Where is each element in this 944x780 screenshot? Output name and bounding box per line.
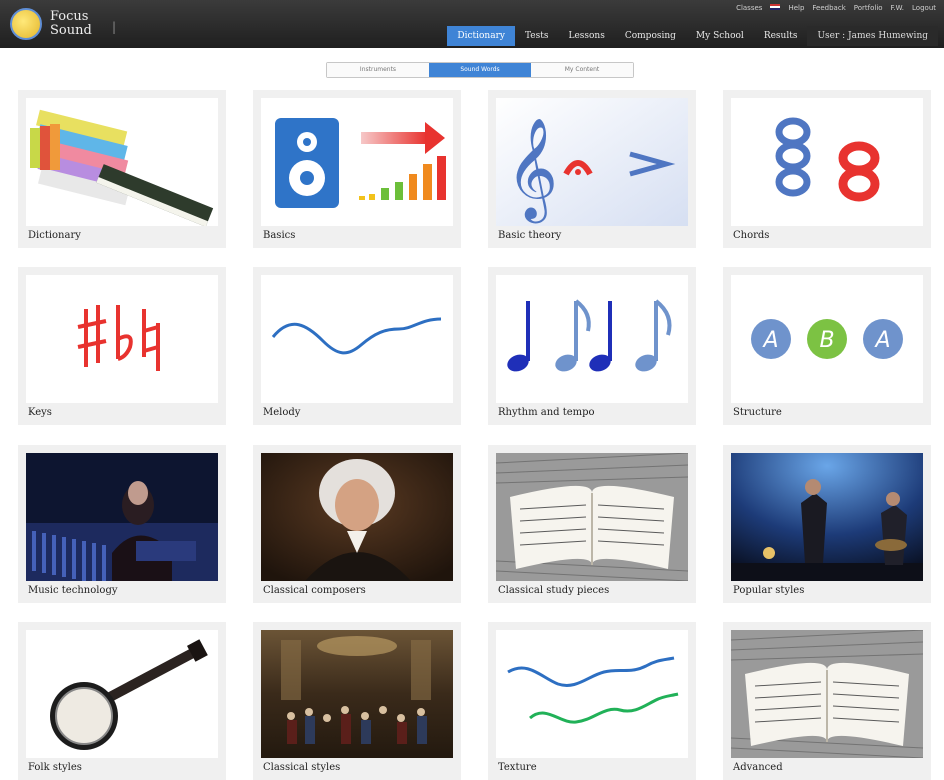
utility-links: Classes Help Feedback Portfolio F.W. Log…	[736, 4, 936, 12]
app-root: Focus Sound | Classes Help Feedback Port…	[0, 0, 944, 780]
band-photo	[731, 453, 923, 581]
clef-icon: 𝄞	[496, 98, 688, 226]
card-label: Popular styles	[733, 585, 805, 596]
user-menu[interactable]: User : James Humewing	[807, 26, 938, 46]
card-label: Basic theory	[498, 230, 562, 241]
orchestra-painting	[261, 630, 453, 758]
utility-link-help[interactable]: Help	[788, 4, 804, 12]
focus-on-sound-logo[interactable]: Focus Sound |	[6, 6, 116, 42]
svg-text:A: A	[873, 328, 890, 353]
card-basic-theory[interactable]: 𝄞 Basic theory	[488, 90, 696, 248]
subtab-bar: Instruments Sound Words My Content	[326, 62, 634, 78]
melody-wave-icon	[261, 275, 453, 403]
card-label: Dictionary	[28, 230, 81, 241]
logo-icon	[10, 8, 42, 40]
card-label: Basics	[263, 230, 296, 241]
composer-portrait	[261, 453, 453, 581]
svg-text:𝄞: 𝄞	[506, 116, 558, 224]
aba-icon: A B A	[731, 275, 923, 403]
card-structure[interactable]: A B A Structure	[723, 267, 931, 425]
banjo-icon	[26, 630, 218, 758]
card-chords[interactable]: Chords	[723, 90, 931, 248]
speaker-icon	[261, 98, 453, 226]
nav-composing[interactable]: Composing	[615, 26, 686, 46]
logo-separator: |	[112, 20, 117, 34]
card-folk-styles[interactable]: Folk styles	[18, 622, 226, 780]
books-icon	[26, 98, 218, 226]
accidentals-icon	[26, 275, 218, 403]
score-book-photo	[731, 630, 923, 758]
top-bar: Focus Sound | Classes Help Feedback Port…	[0, 0, 944, 48]
studio-photo	[26, 453, 218, 581]
card-label: Rhythm and tempo	[498, 407, 595, 418]
card-label: Folk styles	[28, 762, 82, 773]
chord-icon	[731, 98, 923, 226]
nav-my-school[interactable]: My School	[686, 26, 754, 46]
card-label: Classical study pieces	[498, 585, 610, 596]
subtab-instruments[interactable]: Instruments	[327, 63, 429, 77]
svg-text:A: A	[761, 328, 778, 353]
subtab-sound-words[interactable]: Sound Words	[429, 63, 531, 77]
card-label: Classical composers	[263, 585, 366, 596]
logo-text: Focus Sound	[50, 9, 92, 38]
card-label: Texture	[498, 762, 537, 773]
utility-link-fw[interactable]: F.W.	[891, 4, 904, 12]
svg-text:B: B	[819, 328, 834, 353]
card-music-technology[interactable]: Music technology	[18, 445, 226, 603]
nav-tests[interactable]: Tests	[515, 26, 558, 46]
subtab-my-content[interactable]: My Content	[531, 63, 633, 77]
card-popular-styles[interactable]: Popular styles	[723, 445, 931, 603]
card-melody[interactable]: Melody	[253, 267, 461, 425]
utility-link-feedback[interactable]: Feedback	[812, 4, 845, 12]
card-label: Melody	[263, 407, 301, 418]
utility-link-portfolio[interactable]: Portfolio	[854, 4, 883, 12]
notes-icon	[496, 275, 688, 403]
nav-lessons[interactable]: Lessons	[558, 26, 614, 46]
card-rhythm-and-tempo[interactable]: Rhythm and tempo	[488, 267, 696, 425]
card-label: Classical styles	[263, 762, 341, 773]
nav-results[interactable]: Results	[754, 26, 808, 46]
card-label: Structure	[733, 407, 782, 418]
card-label: Keys	[28, 407, 52, 418]
card-label: Chords	[733, 230, 770, 241]
flag-icon	[770, 4, 781, 10]
nav-dictionary[interactable]: Dictionary	[447, 26, 515, 46]
card-texture[interactable]: Texture	[488, 622, 696, 780]
utility-link-classes[interactable]: Classes	[736, 4, 762, 12]
utility-link-logout[interactable]: Logout	[912, 4, 936, 12]
score-book-photo	[496, 453, 688, 581]
texture-waves-icon	[496, 630, 688, 758]
card-advanced[interactable]: Advanced	[723, 622, 931, 780]
card-classical-styles[interactable]: Classical styles	[253, 622, 461, 780]
main-nav: Dictionary Tests Lessons Composing My Sc…	[447, 26, 938, 46]
card-label: Advanced	[733, 762, 783, 773]
card-label: Music technology	[28, 585, 118, 596]
card-classical-study-pieces[interactable]: Classical study pieces	[488, 445, 696, 603]
card-basics[interactable]: Basics	[253, 90, 461, 248]
card-dictionary[interactable]: Dictionary	[18, 90, 226, 248]
card-classical-composers[interactable]: Classical composers	[253, 445, 461, 603]
card-keys[interactable]: Keys	[18, 267, 226, 425]
